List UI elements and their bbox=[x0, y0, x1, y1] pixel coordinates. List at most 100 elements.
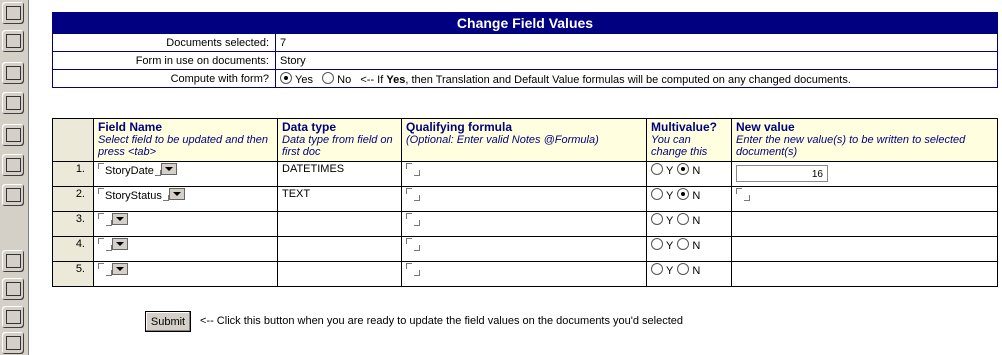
multivalue-n-label: N bbox=[692, 215, 701, 227]
multivalue-hint: You can change this bbox=[651, 134, 708, 158]
database-icon[interactable] bbox=[2, 124, 24, 146]
chevron-down-icon[interactable] bbox=[160, 163, 177, 175]
multivalue-n-radio[interactable] bbox=[677, 188, 690, 200]
data-type-cell: TEXT bbox=[277, 186, 402, 212]
compute-no-radio[interactable] bbox=[322, 71, 335, 84]
new-value-hint: Enter the new value(s) to be written to … bbox=[736, 134, 966, 158]
multivalue-title: Multivalue? bbox=[651, 120, 718, 134]
row-number: 2. bbox=[52, 186, 94, 212]
qualifying-formula-cell[interactable] bbox=[401, 211, 647, 237]
data-type-cell: DATETIMES bbox=[277, 161, 402, 187]
multivalue-n-label: N bbox=[692, 240, 701, 252]
designer-icon[interactable] bbox=[2, 184, 24, 206]
multivalue-cell: YN bbox=[646, 236, 732, 262]
multivalue-y-label: Y bbox=[666, 190, 674, 202]
other-bookmarks-icon[interactable] bbox=[2, 332, 24, 354]
multivalue-y-radio[interactable] bbox=[651, 263, 663, 275]
multivalue-cell: YN bbox=[646, 211, 732, 237]
multivalue-y-label: Y bbox=[666, 240, 674, 252]
qualifying-formula-cell[interactable] bbox=[401, 236, 647, 262]
new-value-cell[interactable] bbox=[731, 186, 998, 212]
chevron-down-icon[interactable] bbox=[112, 213, 128, 225]
new-value-cell: 16 bbox=[731, 161, 998, 187]
multivalue-y-label: Y bbox=[666, 165, 674, 177]
multivalue-y-radio[interactable] bbox=[651, 238, 663, 250]
table-row: 4. YN bbox=[52, 236, 998, 262]
submit-button[interactable]: Submit bbox=[145, 311, 191, 332]
multivalue-y-label: Y bbox=[666, 215, 674, 227]
multivalue-y-radio[interactable] bbox=[651, 213, 663, 225]
chevron-down-icon[interactable] bbox=[112, 263, 128, 275]
calendar-icon[interactable] bbox=[2, 30, 24, 52]
field-name-header: Field Name Select field to be updated and… bbox=[93, 118, 278, 162]
todo-icon[interactable] bbox=[2, 92, 24, 114]
compute-options: Yes No <-- If Yes, then Translation and … bbox=[275, 69, 998, 88]
multivalue-n-radio[interactable] bbox=[677, 163, 690, 175]
documents-selected-label: Documents selected: bbox=[52, 33, 276, 52]
data-type-title: Data type bbox=[282, 120, 337, 134]
table-row: 5. YN bbox=[52, 261, 998, 287]
databases-icon[interactable] bbox=[2, 278, 24, 300]
multivalue-cell: YN bbox=[646, 161, 732, 187]
table-row: 2. StoryStatus TEXT YN bbox=[52, 186, 998, 212]
multivalue-n-radio[interactable] bbox=[677, 213, 690, 225]
compute-note-arrow: <-- bbox=[360, 73, 375, 86]
row-number: 4. bbox=[52, 236, 94, 262]
field-name-cell bbox=[93, 236, 278, 262]
field-name-input[interactable]: StoryDate bbox=[105, 165, 154, 177]
chevron-down-icon[interactable] bbox=[112, 238, 128, 250]
data-type-header: Data type Data type from field on first d… bbox=[277, 118, 402, 162]
compute-note-bold: Yes bbox=[386, 73, 406, 86]
multivalue-n-label: N bbox=[692, 165, 701, 177]
field-name-cell: StoryStatus bbox=[93, 186, 278, 212]
field-name-cell: StoryDate bbox=[93, 161, 278, 187]
multivalue-n-label: N bbox=[692, 265, 701, 277]
qualifying-formula-cell[interactable] bbox=[401, 261, 647, 287]
field-name-input[interactable]: StoryStatus bbox=[105, 190, 162, 202]
multivalue-y-label: Y bbox=[666, 265, 674, 277]
qualifying-hint: (Optional: Enter valid Notes @Formula) bbox=[406, 134, 599, 146]
new-value-cell[interactable] bbox=[731, 261, 998, 287]
form-info-table: Change Field Values Documents selected: … bbox=[52, 12, 998, 88]
qualifying-formula-cell[interactable] bbox=[401, 161, 647, 187]
address-book-icon[interactable] bbox=[2, 62, 24, 84]
multivalue-y-radio[interactable] bbox=[651, 163, 663, 175]
field-name-title: Field Name bbox=[98, 120, 163, 134]
new-value-title: New value bbox=[736, 120, 795, 134]
row-num-header bbox=[52, 118, 94, 162]
replicator-icon[interactable] bbox=[2, 154, 24, 176]
chevron-down-icon[interactable] bbox=[168, 188, 185, 200]
table-row: 3. YN bbox=[52, 211, 998, 237]
qualifying-header: Qualifying formula (Optional: Enter valid… bbox=[401, 118, 647, 162]
page-title: Change Field Values bbox=[52, 12, 998, 34]
compute-no-label: No bbox=[337, 73, 352, 86]
more-bookmarks-icon[interactable] bbox=[2, 306, 24, 328]
qualifying-formula-cell[interactable] bbox=[401, 186, 647, 212]
compute-yes-radio[interactable] bbox=[280, 71, 292, 84]
data-type-cell bbox=[277, 261, 402, 287]
documents-selected-value: 7 bbox=[275, 33, 998, 52]
field-name-cell bbox=[93, 261, 278, 287]
form-in-use-value: Story bbox=[275, 51, 998, 70]
row-number: 5. bbox=[52, 261, 94, 287]
multivalue-cell: YN bbox=[646, 261, 732, 287]
multivalue-n-radio[interactable] bbox=[677, 263, 690, 275]
favorites-icon[interactable] bbox=[2, 250, 24, 272]
multivalue-header: Multivalue? You can change this bbox=[646, 118, 732, 162]
data-type-cell bbox=[277, 211, 402, 237]
data-type-cell bbox=[277, 236, 402, 262]
multivalue-y-radio[interactable] bbox=[651, 188, 663, 200]
table-row: 1. StoryDate DATETIMES YN 16 bbox=[52, 161, 998, 187]
field-name-cell bbox=[93, 211, 278, 237]
compute-label: Compute with form? bbox=[52, 69, 276, 88]
launcher-bar bbox=[0, 0, 29, 355]
new-value-cell[interactable] bbox=[731, 211, 998, 237]
mail-icon[interactable] bbox=[2, 2, 24, 24]
multivalue-n-radio[interactable] bbox=[677, 238, 690, 250]
new-value-cell[interactable] bbox=[731, 236, 998, 262]
new-value-input[interactable]: 16 bbox=[736, 165, 828, 182]
compute-note-rest: , then Translation and Default Value for… bbox=[405, 73, 851, 86]
submit-note: <-- Click this button when you are ready… bbox=[200, 315, 684, 327]
compute-yes-label: Yes bbox=[295, 73, 313, 86]
data-type-hint: Data type from field on first doc bbox=[282, 134, 393, 158]
